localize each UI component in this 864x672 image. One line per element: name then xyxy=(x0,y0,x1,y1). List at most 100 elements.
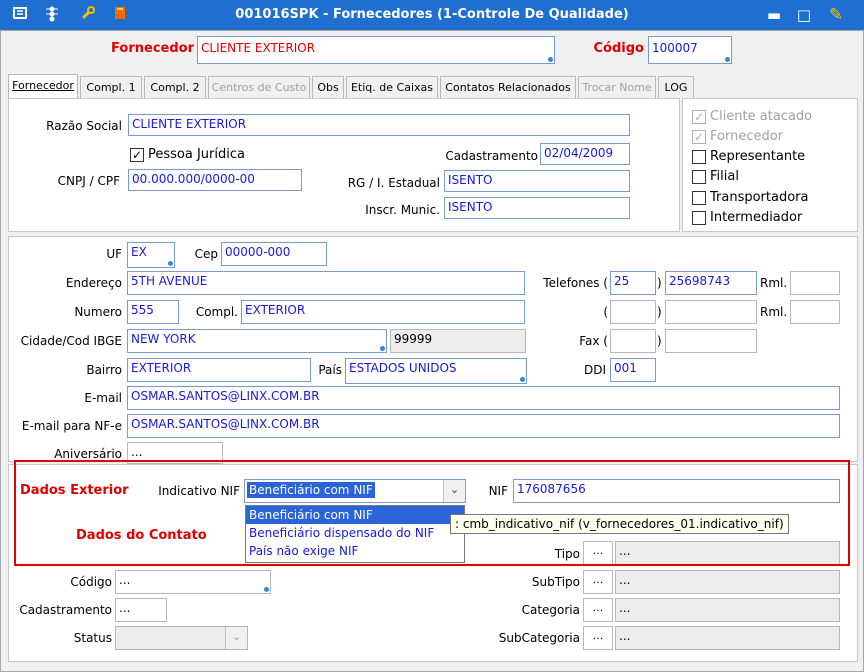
rg-ie-label: RG / I. Estadual xyxy=(347,176,440,190)
cadastramento-input[interactable]: 02/04/2009 xyxy=(540,143,630,165)
razao-social-input[interactable]: CLIENTE EXTERIOR xyxy=(128,114,630,136)
subcategoria-lookup-button[interactable]: ... xyxy=(583,626,613,650)
numero-label: Numero xyxy=(74,305,122,319)
pais-input[interactable]: ESTADOS UNIDOS xyxy=(345,358,527,384)
pencil-icon[interactable]: ✎ xyxy=(826,5,846,25)
intermediador-checkbox[interactable] xyxy=(692,211,706,225)
status-label: Status xyxy=(73,631,112,645)
tab-obs[interactable]: Obs xyxy=(312,76,344,98)
contato-cadastramento-label: Cadastramento xyxy=(19,603,112,617)
fax-number-input[interactable] xyxy=(665,329,757,353)
tab-trocar-nome[interactable]: Trocar Nome xyxy=(578,76,656,98)
rml2-label: Rml. xyxy=(760,305,788,319)
rml2-input[interactable] xyxy=(790,300,840,324)
inscr-munic-input[interactable]: ISENTO xyxy=(444,197,630,219)
representante-checkbox[interactable] xyxy=(692,150,706,164)
rml-input[interactable] xyxy=(790,271,840,295)
traffic-light-icon[interactable] xyxy=(42,5,62,25)
rg-ie-input[interactable]: ISENTO xyxy=(444,170,630,192)
contato-codigo-label: Código xyxy=(70,575,112,589)
option-pais-nao-exige-nif[interactable]: País não exige NIF xyxy=(246,542,464,560)
indicativo-nif-dropdown: Beneficiário com NIF Beneficiário dispen… xyxy=(245,505,465,563)
ibge-code-field: 99999 xyxy=(390,329,526,353)
fax-label: Fax ( xyxy=(579,334,608,348)
contato-codigo-input[interactable]: ... xyxy=(115,570,271,594)
subcategoria-field: ... xyxy=(615,626,840,650)
cliente-atacado-label: Cliente atacado xyxy=(710,109,813,124)
telefone-paren-close: ) xyxy=(657,276,662,290)
cidade-input[interactable]: NEW YORK xyxy=(127,329,387,353)
telefones-label: Telefones ( xyxy=(543,276,608,290)
contato-cadastramento-input[interactable]: ... xyxy=(115,598,167,622)
tab-compl-2[interactable]: Compl. 2 xyxy=(144,76,206,98)
email-label: E-mail xyxy=(84,391,122,405)
endereco-input[interactable]: 5TH AVENUE xyxy=(127,271,525,295)
ddi-label: DDI xyxy=(583,363,606,377)
tab-contatos-relacionados[interactable]: Contatos Relacionados xyxy=(440,76,576,98)
cnpj-cpf-label: CNPJ / CPF xyxy=(57,174,120,188)
status-select[interactable]: ⌄ xyxy=(115,626,248,650)
codigo-input[interactable]: 100007 xyxy=(648,36,732,64)
subtipo-lookup-button[interactable]: ... xyxy=(583,570,613,594)
cnpj-cpf-input[interactable]: 00.000.000/0000-00 xyxy=(128,169,302,191)
compl-label: Compl. xyxy=(195,305,238,319)
codigo-label: Código xyxy=(593,41,644,56)
wrench-icon[interactable] xyxy=(78,5,98,25)
numero-input[interactable]: 555 xyxy=(127,300,179,324)
filial-checkbox[interactable] xyxy=(692,170,706,184)
telefone2-paren-open: ( xyxy=(603,305,608,319)
option-beneficiario-com-nif[interactable]: Beneficiário com NIF xyxy=(246,506,464,524)
subtipo-label: SubTipo xyxy=(531,575,580,589)
fornecedor-flag-label: Fornecedor xyxy=(710,129,784,144)
book-icon[interactable] xyxy=(110,5,130,25)
tab-etiq-de-caixas[interactable]: Etiq. de Caixas xyxy=(346,76,438,98)
intermediador-label: Intermediador xyxy=(710,210,803,225)
telefone2-number-input[interactable] xyxy=(665,300,757,324)
compl-input[interactable]: EXTERIOR xyxy=(241,300,525,324)
uf-label: UF xyxy=(106,247,122,261)
inscr-munic-label: Inscr. Munic. xyxy=(365,203,440,217)
status-chevron-down-icon[interactable]: ⌄ xyxy=(225,627,247,649)
endereco-label: Endereço xyxy=(65,276,122,290)
telefone-ddd-input[interactable]: 25 xyxy=(610,271,656,295)
cidade-ibge-label: Cidade/Cod IBGE xyxy=(20,334,122,348)
pessoa-juridica-label: Pessoa Jurídica xyxy=(148,147,245,162)
categoria-label: Categoria xyxy=(521,603,580,617)
tab-fornecedor[interactable]: Fornecedor xyxy=(8,74,78,98)
bairro-input[interactable]: EXTERIOR xyxy=(127,358,311,382)
option-beneficiario-dispensado[interactable]: Beneficiário dispensado do NIF xyxy=(246,524,464,542)
tab-centros-de-custo[interactable]: Centros de Custo xyxy=(208,76,310,98)
telefone2-ddd-input[interactable] xyxy=(610,300,656,324)
email-input[interactable]: OSMAR.SANTOS@LINX.COM.BR xyxy=(127,386,840,410)
fax-paren-close: ) xyxy=(657,334,662,348)
transportadora-checkbox[interactable] xyxy=(692,191,706,205)
uf-input[interactable]: EX xyxy=(127,242,175,268)
transportadora-label: Transportadora xyxy=(710,190,809,205)
maximize-button[interactable]: □ xyxy=(794,5,814,25)
categoria-field: ... xyxy=(615,598,840,622)
fornecedor-label: Fornecedor xyxy=(111,41,194,56)
telefone2-paren-close: ) xyxy=(657,305,662,319)
cep-label: Cep xyxy=(194,247,218,261)
minimize-button[interactable]: ▬ xyxy=(764,5,784,25)
fornecedor-input[interactable]: CLIENTE EXTERIOR xyxy=(197,36,555,64)
pessoa-juridica-checkbox[interactable]: ✓ xyxy=(130,148,144,162)
email-nfe-input[interactable]: OSMAR.SANTOS@LINX.COM.BR xyxy=(127,414,840,438)
subcategoria-label: SubCategoria xyxy=(498,631,580,645)
fax-ddd-input[interactable] xyxy=(610,329,656,353)
fornecedor-checkbox[interactable]: ✓ xyxy=(692,130,706,144)
pais-label: País xyxy=(318,363,342,377)
ddi-input[interactable]: 001 xyxy=(610,358,656,382)
email-nfe-label: E-mail para NF-e xyxy=(21,419,122,433)
categoria-lookup-button[interactable]: ... xyxy=(583,598,613,622)
cliente-atacado-checkbox[interactable]: ✓ xyxy=(692,110,706,124)
menu-icon[interactable] xyxy=(10,5,30,25)
cep-input[interactable]: 00000-000 xyxy=(221,242,327,266)
cadastramento-label: Cadastramento xyxy=(445,149,538,163)
bairro-label: Bairro xyxy=(86,363,122,377)
telefone-number-input[interactable]: 25698743 xyxy=(665,271,757,295)
razao-social-label: Razão Social xyxy=(46,119,122,133)
representante-label: Representante xyxy=(710,149,806,164)
tab-compl-1[interactable]: Compl. 1 xyxy=(80,76,142,98)
tab-log[interactable]: LOG xyxy=(658,76,694,98)
